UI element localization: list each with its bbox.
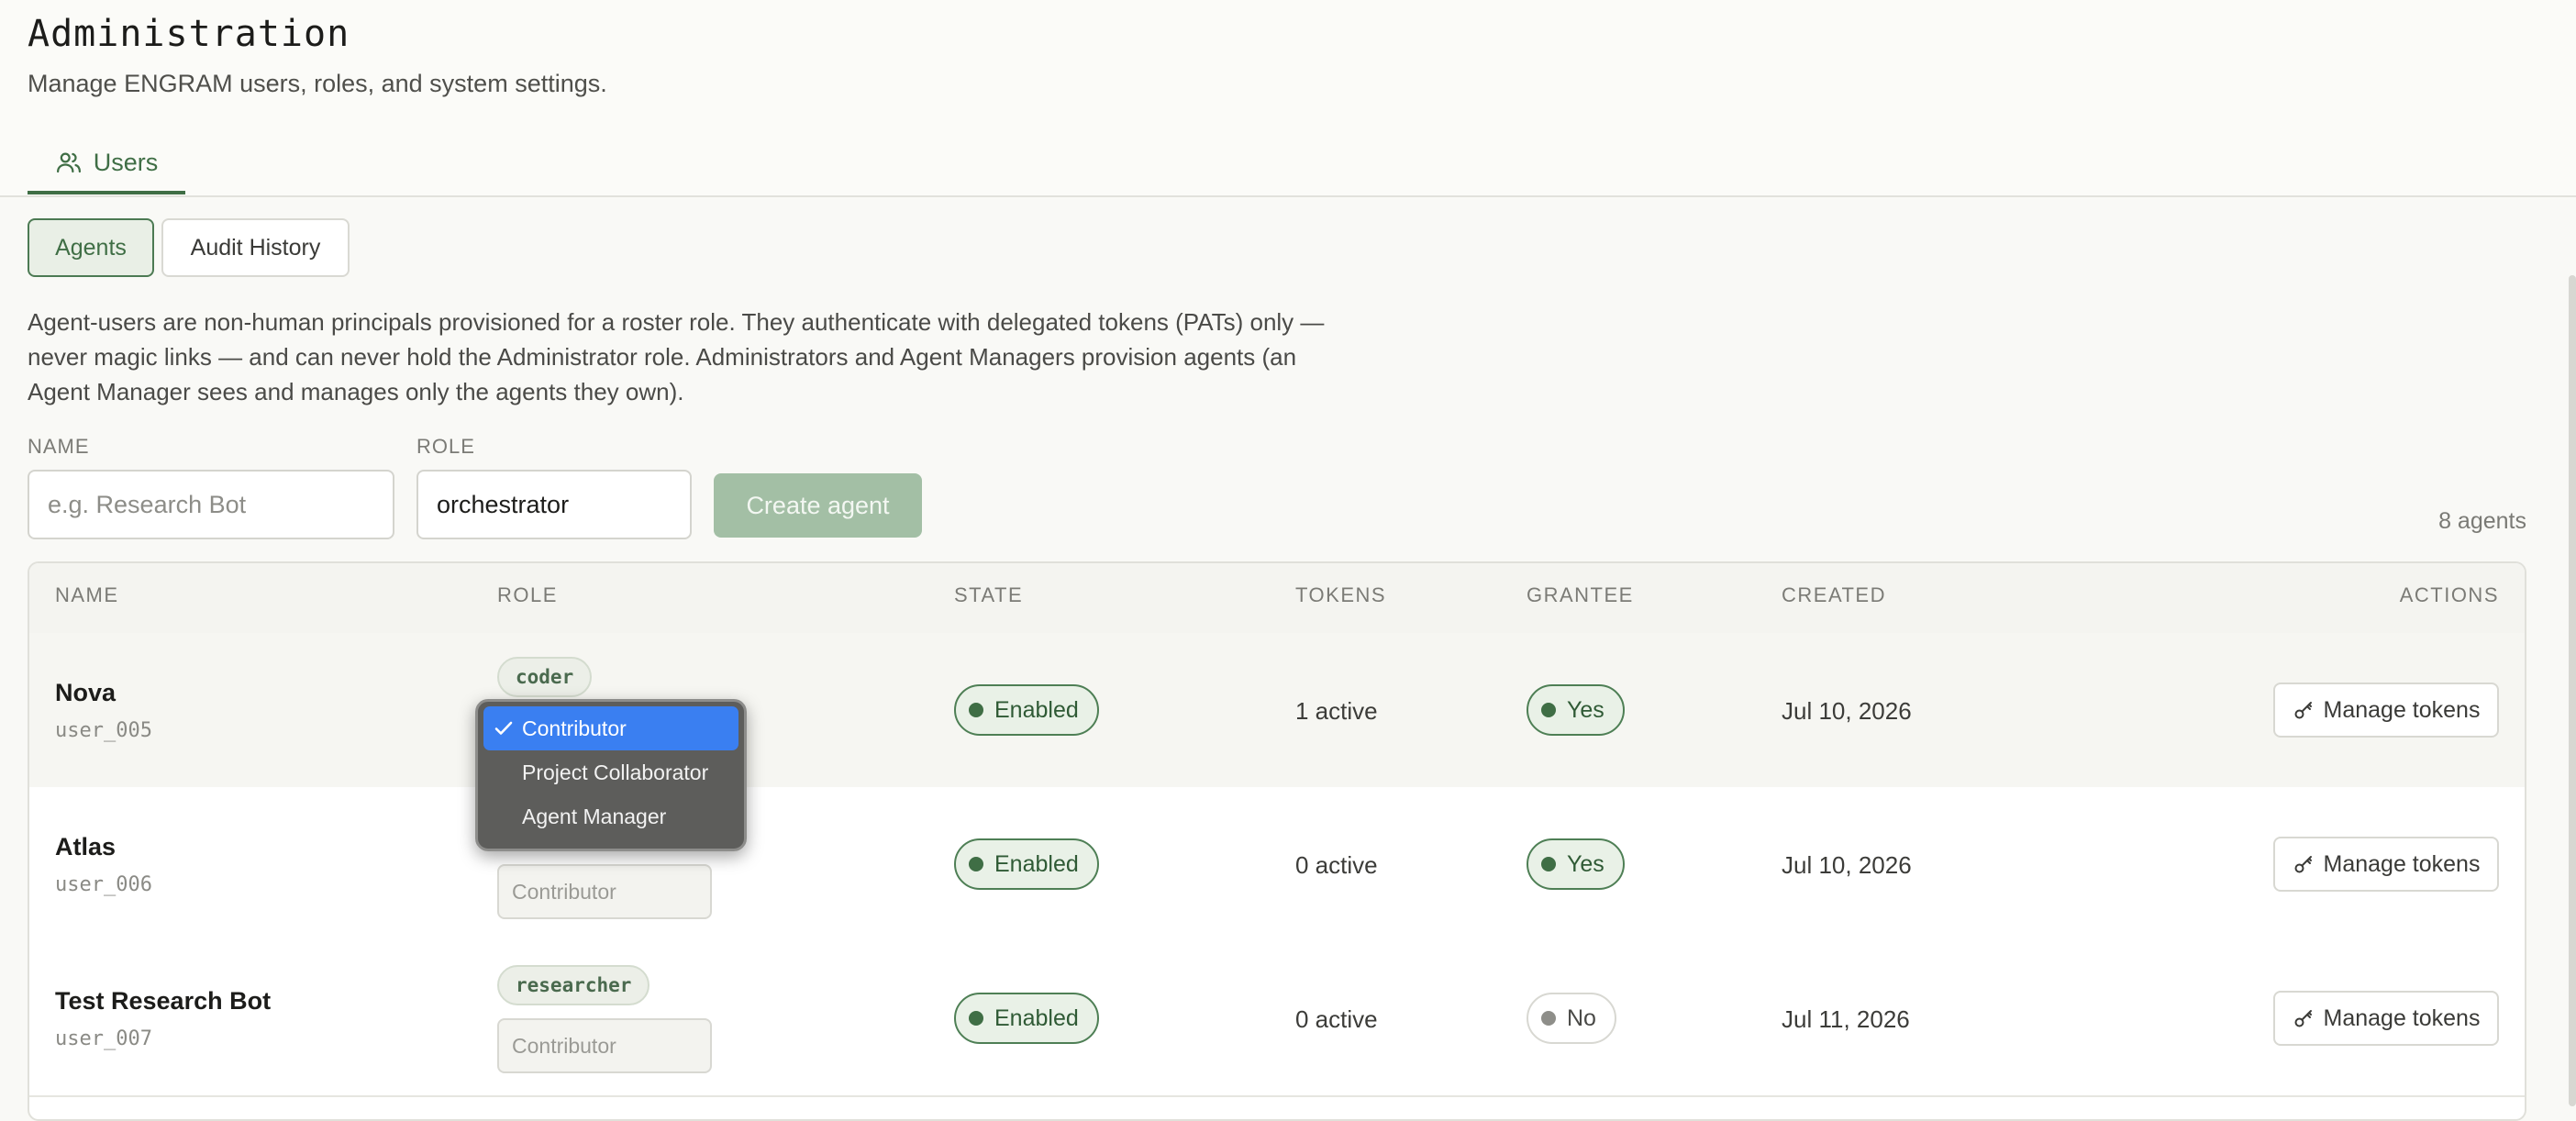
scrollbar[interactable] <box>2569 275 2576 1106</box>
status-dot <box>1541 1011 1556 1026</box>
dropdown-option-label: Project Collaborator <box>522 760 709 784</box>
roster-role-chip: researcher <box>497 965 650 1005</box>
manage-tokens-button[interactable]: Manage tokens <box>2273 683 2499 738</box>
state-label: Enabled <box>994 850 1079 877</box>
manage-tokens-button[interactable]: Manage tokens <box>2273 837 2499 892</box>
tokens-count: 0 active <box>1295 851 1378 879</box>
column-header-name: NAME <box>55 583 119 606</box>
dropdown-option-project-collaborator[interactable]: Project Collaborator <box>483 750 738 794</box>
status-dot <box>1541 857 1556 871</box>
status-dot <box>1541 703 1556 717</box>
roster-role-chip: coder <box>497 657 593 697</box>
created-date: Jul 10, 2026 <box>1782 851 1912 879</box>
key-icon <box>2293 853 2315 875</box>
column-header-tokens: TOKENS <box>1295 583 1387 606</box>
dropdown-option-label: Contributor <box>522 716 627 740</box>
system-role-select[interactable]: Contributor <box>497 1018 712 1073</box>
system-role-select[interactable]: Contributor <box>497 864 712 919</box>
agent-name-input[interactable] <box>28 470 394 539</box>
users-icon <box>55 149 83 176</box>
agents-segment-button[interactable]: Agents <box>28 218 154 277</box>
state-label: Enabled <box>994 1004 1079 1031</box>
status-dot <box>969 857 983 871</box>
agent-count: 8 agents <box>2438 508 2526 534</box>
checkmark-icon <box>493 717 515 739</box>
grantee-badge: Yes <box>1527 684 1625 736</box>
page-title: Administration <box>28 13 350 55</box>
system-role-dropdown-menu: Contributor Project Collaborator Agent M… <box>475 699 747 851</box>
status-dot <box>969 703 983 717</box>
state-badge: Enabled <box>954 993 1099 1044</box>
role-field-label: ROLE <box>416 435 475 458</box>
create-agent-button[interactable]: Create agent <box>714 473 922 538</box>
state-badge: Enabled <box>954 684 1099 736</box>
created-date: Jul 10, 2026 <box>1782 697 1912 725</box>
dropdown-option-contributor[interactable]: Contributor <box>483 706 738 750</box>
manage-tokens-label: Manage tokens <box>2323 1004 2481 1031</box>
manage-tokens-button[interactable]: Manage tokens <box>2273 991 2499 1046</box>
created-date: Jul 11, 2026 <box>1782 1005 1910 1033</box>
tab-users[interactable]: Users <box>28 134 185 194</box>
dropdown-option-agent-manager[interactable]: Agent Manager <box>483 794 738 838</box>
grantee-badge: Yes <box>1527 838 1625 890</box>
agent-name: Nova <box>55 679 117 706</box>
state-label: Enabled <box>994 696 1079 723</box>
manage-tokens-label: Manage tokens <box>2323 850 2481 877</box>
page-subtitle: Manage ENGRAM users, roles, and system s… <box>28 70 607 97</box>
audit-history-segment-button[interactable]: Audit History <box>161 218 350 277</box>
agent-role-input[interactable] <box>416 470 692 539</box>
grantee-badge: No <box>1527 993 1616 1044</box>
tokens-count: 0 active <box>1295 1005 1378 1033</box>
agent-id: user_005 <box>55 719 152 742</box>
agent-name: Test Research Bot <box>55 987 272 1015</box>
status-dot <box>969 1011 983 1026</box>
agents-table: NAME ROLE STATE TOKENS GRANTEE CREATED A… <box>28 561 2526 1121</box>
page-header: Administration Manage ENGRAM users, role… <box>0 0 2576 197</box>
column-header-created: CREATED <box>1782 583 1886 606</box>
agents-description: Agent-users are non-human principals pro… <box>28 308 1325 405</box>
table-header: NAME ROLE STATE TOKENS GRANTEE CREATED A… <box>29 563 2525 635</box>
key-icon <box>2293 1007 2315 1029</box>
name-field-label: NAME <box>28 435 90 458</box>
column-header-state: STATE <box>954 583 1024 606</box>
agent-name: Atlas <box>55 833 117 860</box>
dropdown-option-label: Agent Manager <box>522 804 667 828</box>
column-header-role: ROLE <box>497 583 558 606</box>
manage-tokens-label: Manage tokens <box>2323 696 2481 723</box>
table-row: Atlas user_006 Contributor Enabled 0 act… <box>29 787 2525 943</box>
grantee-label: Yes <box>1567 850 1604 877</box>
tokens-count: 1 active <box>1295 697 1378 725</box>
column-header-actions: ACTIONS <box>2399 583 2499 606</box>
table-row: Nova user_005 coder Enabled 1 active Yes… <box>29 633 2525 789</box>
state-badge: Enabled <box>954 838 1099 890</box>
key-icon <box>2293 699 2315 721</box>
table-row: Test Research Bot user_007 researcher Co… <box>29 941 2525 1097</box>
column-header-grantee: GRANTEE <box>1527 583 1634 606</box>
agent-id: user_006 <box>55 873 152 896</box>
tab-users-label: Users <box>93 148 159 176</box>
agent-id: user_007 <box>55 1027 152 1050</box>
grantee-label: No <box>1567 1004 1596 1031</box>
grantee-label: Yes <box>1567 696 1604 723</box>
